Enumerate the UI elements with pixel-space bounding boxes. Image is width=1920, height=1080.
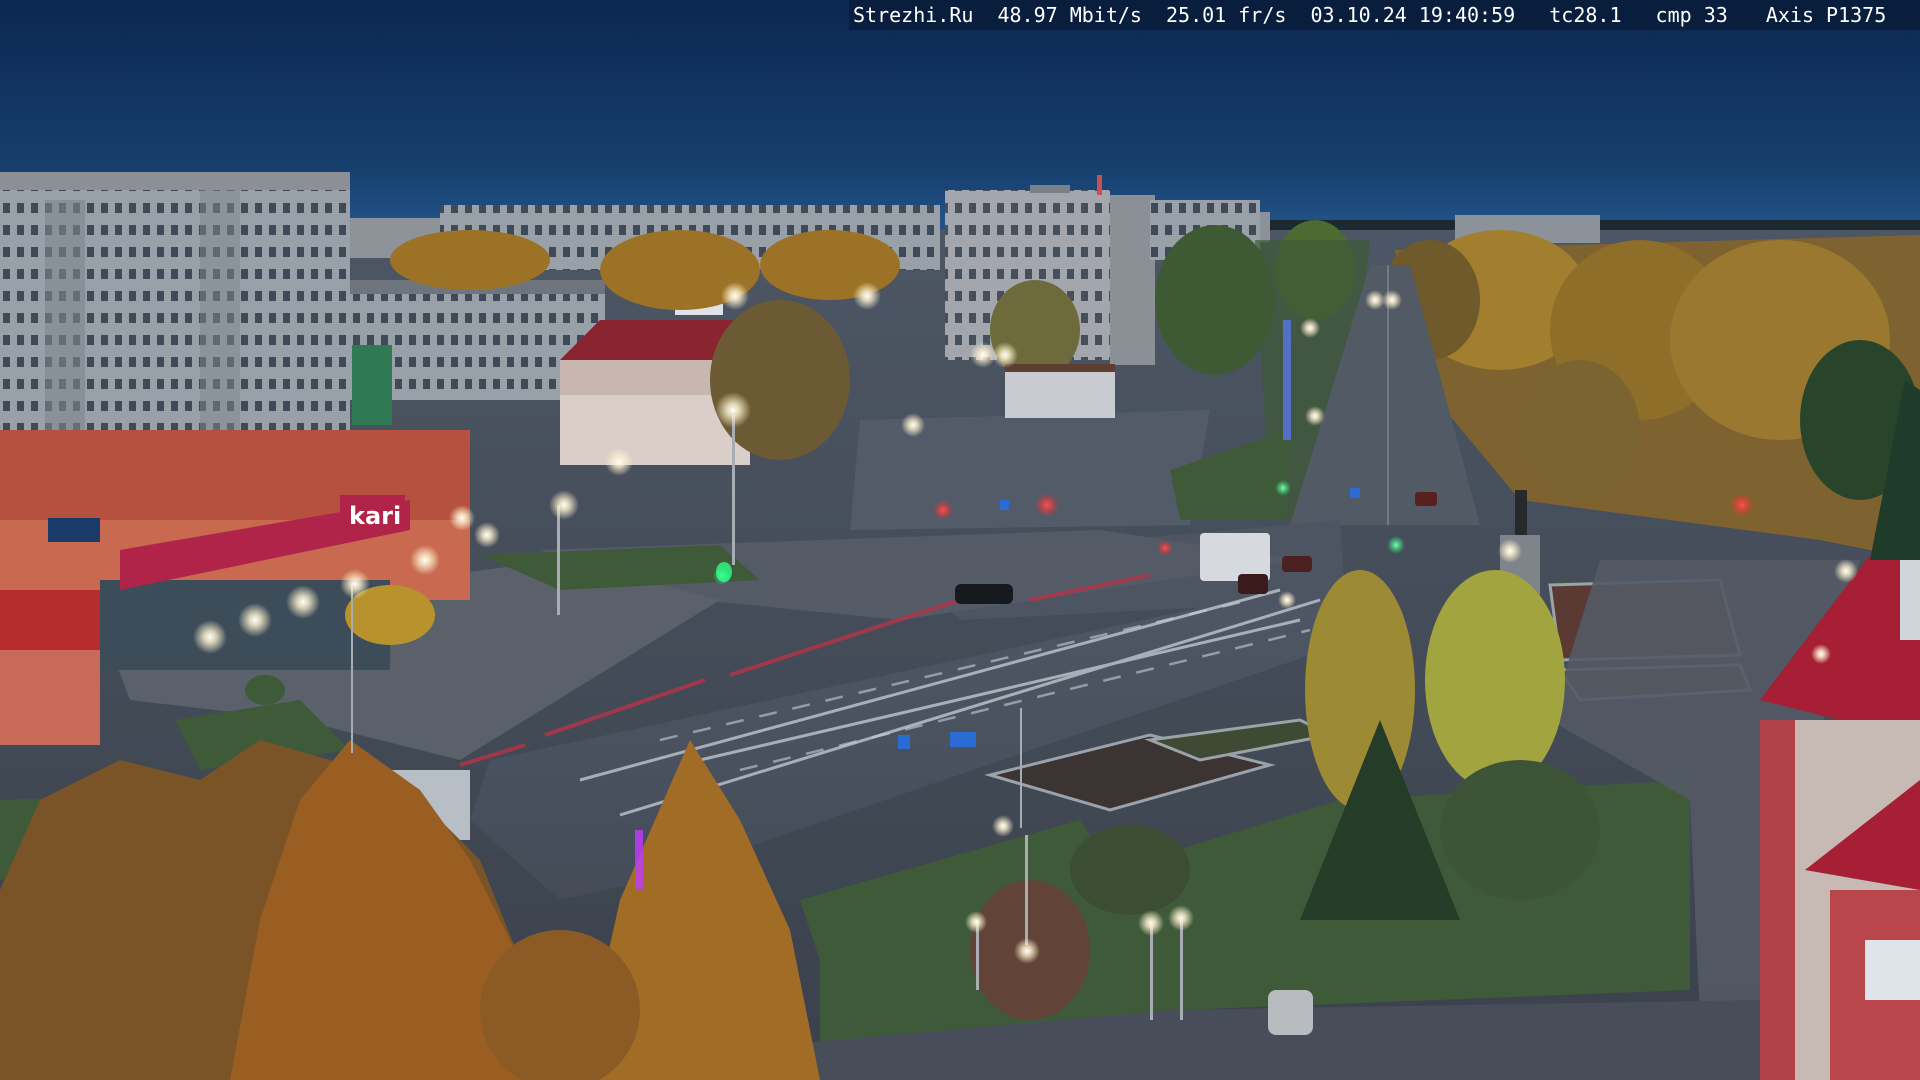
overlay-tc: tc28.1 [1549,3,1622,27]
parked-car [1268,990,1313,1035]
overlay-bitrate: 48.97 Mbit/s [997,3,1142,27]
city-street-scene: kari [0,0,1920,1080]
tower-building-side [1110,195,1155,365]
monument-statue [1515,490,1527,535]
overlay-camera: Axis P1375 [1765,3,1887,27]
store-sign-text: kari [349,502,401,530]
camera-viewport: kari Strezhi.Ru 48.97 Mbit/s 25.01 fr/s … [0,0,1920,1080]
camera-overlay: Strezhi.Ru 48.97 Mbit/s 25.01 fr/s 03.10… [849,0,1920,30]
overlay-framerate: 25.01 fr/s [1166,3,1287,27]
overlay-cmp: cmp 33 [1655,3,1728,27]
road-sign [950,732,976,747]
overlay-datetime: 03.10.24 19:40:59 [1310,3,1516,27]
overlay-site: Strezhi.Ru [853,3,974,27]
